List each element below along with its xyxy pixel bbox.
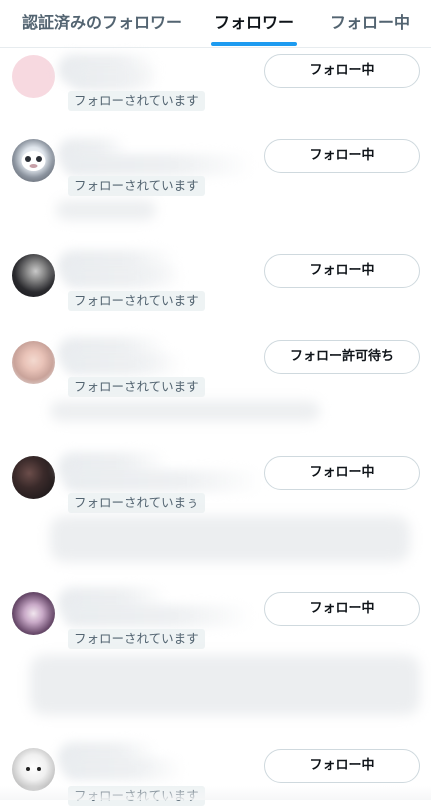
tab-followers[interactable]: フォロワー [214, 0, 294, 47]
tab-verified-followers[interactable]: 認証済みのフォロワー [22, 0, 182, 47]
following-button[interactable]: フォロー中 [264, 749, 420, 783]
user-handle-blurred [70, 66, 160, 90]
following-button[interactable]: フォロー中 [264, 456, 420, 490]
avatar-image [21, 151, 46, 171]
follows-you-badge: フォローされています [68, 291, 205, 311]
following-button[interactable]: フォロー中 [264, 139, 420, 173]
avatar[interactable] [12, 139, 55, 182]
tab-bar: 認証済みのフォロワー フォロワー フォロー中 [0, 0, 431, 48]
bottom-fade [0, 786, 431, 800]
follows-you-badge: フォローされています [68, 377, 205, 397]
bio-blurred [50, 516, 410, 562]
follows-you-badge: フォローされています [68, 629, 205, 649]
following-button[interactable]: フォロー中 [264, 54, 420, 88]
pending-follow-request-button[interactable]: フォロー許可待ち [264, 340, 420, 374]
avatar[interactable] [12, 254, 55, 297]
user-handle-blurred [64, 266, 184, 288]
bio-blurred [56, 200, 156, 220]
user-handle-blurred [64, 605, 254, 627]
user-handle-blurred [64, 758, 184, 780]
user-handle-blurred [64, 353, 184, 375]
list-item[interactable]: フォローされています フォロー中 [0, 130, 431, 230]
avatar[interactable] [12, 592, 55, 635]
list-item[interactable]: フォローされています フォロー中 [0, 52, 431, 112]
tab-following[interactable]: フォロー中 [330, 0, 410, 47]
user-handle-blurred [64, 470, 264, 492]
avatar[interactable] [12, 55, 55, 98]
bio-blurred [50, 401, 320, 421]
list-item[interactable]: フォローされています フォロー中 [0, 585, 431, 725]
following-button[interactable]: フォロー中 [264, 254, 420, 288]
follows-you-badge: フォローされていまぅ [68, 493, 205, 513]
avatar[interactable] [12, 341, 55, 384]
user-handle-blurred [64, 154, 254, 176]
avatar-image [26, 767, 41, 771]
avatar[interactable] [12, 748, 55, 791]
active-tab-indicator [211, 42, 297, 46]
bio-blurred [30, 655, 420, 715]
list-item[interactable]: フォローされています フォロー中 [0, 246, 431, 316]
follows-you-badge: フォローされています [68, 91, 205, 111]
follows-you-badge: フォローされています [68, 176, 205, 196]
list-item[interactable]: フォローされていまぅ フォロー中 [0, 450, 431, 570]
list-item[interactable]: フォローされています フォロー許可待ち [0, 335, 431, 430]
avatar[interactable] [12, 456, 55, 499]
following-button[interactable]: フォロー中 [264, 592, 420, 626]
